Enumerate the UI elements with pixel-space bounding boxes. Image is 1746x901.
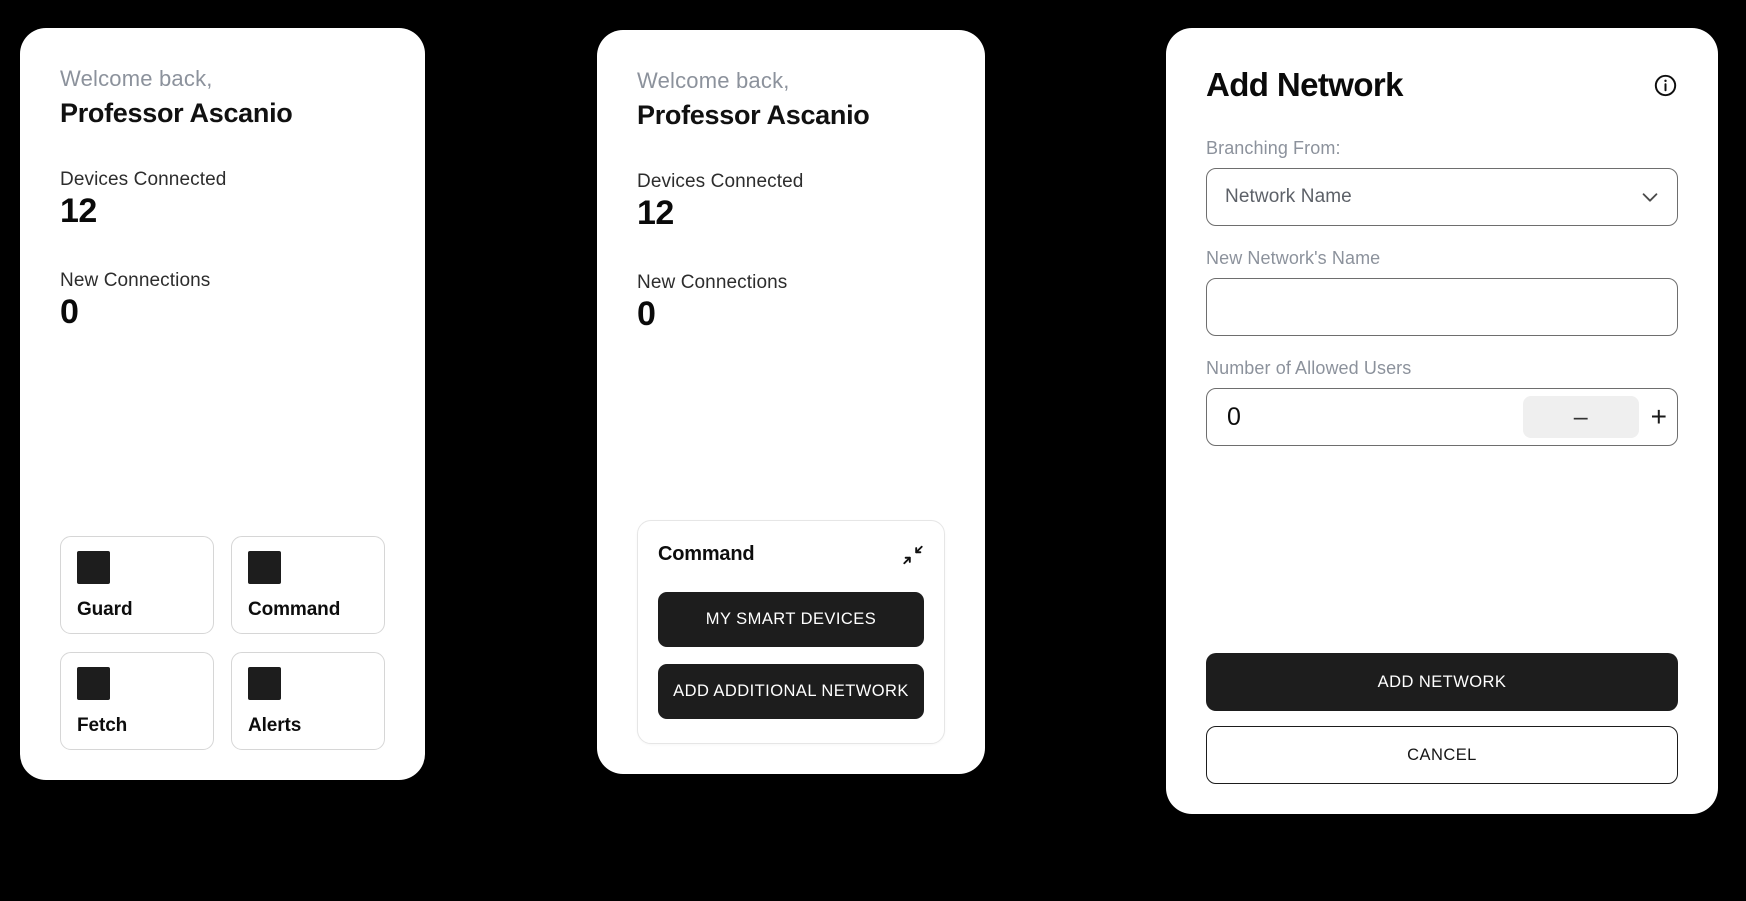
dashboard-greeting: Welcome back, Professor Ascanio xyxy=(60,66,385,129)
command-panel: Welcome back, Professor Ascanio Devices … xyxy=(597,30,985,774)
branching-from-field: Branching From: Network Name xyxy=(1206,138,1678,226)
stat-label: Devices Connected xyxy=(60,169,227,191)
decrement-button[interactable]: – xyxy=(1522,396,1639,438)
command-card-header: Command xyxy=(658,543,924,566)
stat-value: 12 xyxy=(60,192,97,231)
branching-from-label: Branching From: xyxy=(1206,138,1341,158)
dashboard-spacer xyxy=(60,331,385,536)
square-icon xyxy=(77,667,110,700)
allowed-users-value: 0 xyxy=(1227,402,1241,431)
new-network-name-box[interactable] xyxy=(1206,278,1678,336)
branching-from-value: Network Name xyxy=(1225,186,1352,207)
tile-label: Command xyxy=(248,599,341,620)
allowed-users-label: Number of Allowed Users xyxy=(1206,358,1412,378)
add-network-footer: ADD NETWORK CANCEL xyxy=(1206,653,1678,784)
tile-label: Fetch xyxy=(77,715,128,736)
new-network-name-input[interactable] xyxy=(1223,278,1661,336)
command-card: Command MY SMART DEVICES ADD ADDITIONAL … xyxy=(637,520,945,744)
new-network-name-label: New Network's Name xyxy=(1206,248,1381,268)
increment-button[interactable]: + xyxy=(1639,403,1669,431)
info-circle-icon[interactable] xyxy=(1653,73,1678,98)
screenshot-stage: Welcome back, Professor Ascanio Devices … xyxy=(0,0,1746,901)
allowed-users-stepper: 0 – + xyxy=(1206,388,1678,446)
stat-value: 0 xyxy=(637,295,656,334)
stat-label: Devices Connected xyxy=(637,171,804,193)
tile-label: Guard xyxy=(77,599,133,620)
command-greeting: Welcome back, Professor Ascanio xyxy=(637,68,945,131)
quick-action-grid: Guard Command Fetch Alerts xyxy=(60,536,385,750)
dashboard-panel: Welcome back, Professor Ascanio Devices … xyxy=(20,28,425,780)
collapse-arrows-icon[interactable] xyxy=(902,544,924,566)
stat-value: 12 xyxy=(637,194,674,233)
user-name: Professor Ascanio xyxy=(60,98,293,129)
cancel-button[interactable]: CANCEL xyxy=(1206,726,1678,784)
stepper-controls: – + xyxy=(1522,396,1667,438)
tile-alerts[interactable]: Alerts xyxy=(231,652,385,750)
add-network-panel: Add Network Branching From: Network Name xyxy=(1166,28,1718,814)
command-card-title: Command xyxy=(658,543,755,565)
add-additional-network-button[interactable]: ADD ADDITIONAL NETWORK xyxy=(658,664,924,719)
user-name: Professor Ascanio xyxy=(637,100,870,131)
welcome-label: Welcome back, xyxy=(60,66,213,91)
square-icon xyxy=(248,667,281,700)
my-smart-devices-button[interactable]: MY SMART DEVICES xyxy=(658,592,924,647)
tile-label: Alerts xyxy=(248,715,302,736)
chevron-down-icon xyxy=(1639,186,1661,208)
command-spacer xyxy=(637,333,945,520)
stat-value: 0 xyxy=(60,293,79,332)
stat-devices-connected: Devices Connected 12 xyxy=(60,169,385,230)
stat-label: New Connections xyxy=(637,272,788,294)
allowed-users-field: Number of Allowed Users 0 – + xyxy=(1206,358,1678,446)
add-network-header: Add Network xyxy=(1206,66,1678,104)
page-title: Add Network xyxy=(1206,66,1404,103)
tile-fetch[interactable]: Fetch xyxy=(60,652,214,750)
tile-guard[interactable]: Guard xyxy=(60,536,214,634)
new-network-name-field: New Network's Name xyxy=(1206,248,1678,336)
square-icon xyxy=(77,551,110,584)
stat-label: New Connections xyxy=(60,270,211,292)
square-icon xyxy=(248,551,281,584)
welcome-label: Welcome back, xyxy=(637,68,790,93)
branching-from-select[interactable]: Network Name xyxy=(1206,168,1678,226)
stat-new-connections: New Connections 0 xyxy=(60,270,385,331)
add-network-button[interactable]: ADD NETWORK xyxy=(1206,653,1678,711)
tile-command[interactable]: Command xyxy=(231,536,385,634)
stat-devices-connected: Devices Connected 12 xyxy=(637,171,945,232)
stat-new-connections: New Connections 0 xyxy=(637,272,945,333)
